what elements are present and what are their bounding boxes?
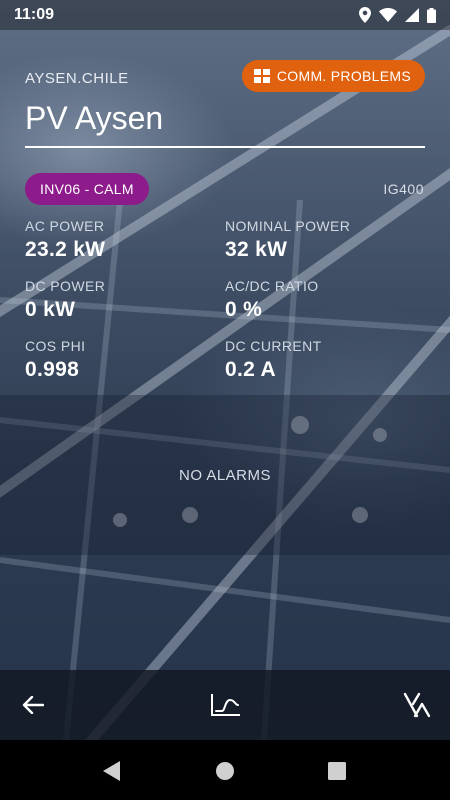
- wifi-icon: [379, 8, 397, 22]
- status-time: 11:09: [14, 6, 55, 23]
- circle-home-icon: [216, 762, 234, 780]
- signal-icon: [405, 8, 419, 22]
- metric-value: 23.2 kW: [25, 238, 106, 261]
- comm-problems-label: COMM. PROBLEMS: [276, 68, 411, 84]
- inverter-model: IG400: [383, 181, 424, 197]
- comm-problems-badge[interactable]: COMM. PROBLEMS: [241, 60, 425, 92]
- title-divider: [25, 146, 425, 148]
- chart-icon: [211, 694, 240, 716]
- grid-icon: [253, 69, 270, 83]
- metric-dc-current: DC CURRENT 0.2 A: [225, 338, 415, 382]
- alarm-filter-icon: [403, 692, 431, 718]
- metric-label: DC CURRENT: [225, 338, 322, 354]
- nav-home-button[interactable]: [212, 758, 238, 784]
- plant-title: PV Aysen: [25, 100, 164, 136]
- back-arrow-icon: [22, 696, 44, 714]
- metric-value: 0 %: [225, 298, 263, 321]
- metric-ac-dc-ratio: AC/DC RATIO 0 %: [225, 278, 415, 322]
- triangle-back-icon: [103, 761, 120, 781]
- bottom-toolbar: [0, 670, 450, 740]
- alarm-filter-button[interactable]: [397, 685, 437, 725]
- back-button[interactable]: [13, 685, 53, 725]
- chart-button[interactable]: [205, 685, 245, 725]
- system-navigation-bar: [0, 740, 450, 800]
- metric-label: AC POWER: [25, 218, 105, 234]
- site-name: AYSEN.CHILE: [25, 70, 129, 87]
- battery-icon: [427, 7, 436, 23]
- nav-recents-button[interactable]: [324, 758, 350, 784]
- metric-nominal-power: NOMINAL POWER 32 kW: [225, 218, 415, 262]
- location-icon: [359, 7, 371, 23]
- square-recents-icon: [328, 762, 346, 780]
- metric-label: DC POWER: [25, 278, 106, 294]
- alarms-panel: NO ALARMS: [0, 395, 450, 555]
- metric-label: AC/DC RATIO: [225, 278, 319, 294]
- metric-value: 0.2 A: [225, 358, 276, 381]
- inverter-status-badge[interactable]: INV06 - CALM: [25, 173, 149, 205]
- metric-dc-power: DC POWER 0 kW: [25, 278, 215, 322]
- inverter-status-label: INV06 - CALM: [40, 181, 134, 197]
- metric-label: NOMINAL POWER: [225, 218, 351, 234]
- metric-label: COS PHI: [25, 338, 86, 354]
- metric-cos-phi: COS PHI 0.998: [25, 338, 215, 382]
- metric-ac-power: AC POWER 23.2 kW: [25, 218, 215, 262]
- metric-value: 0 kW: [25, 298, 76, 321]
- nav-back-button[interactable]: [99, 758, 125, 784]
- no-alarms-text: NO ALARMS: [178, 466, 272, 484]
- status-bar: 11:09: [0, 0, 450, 30]
- metric-value: 32 kW: [225, 238, 288, 261]
- metric-value: 0.998: [25, 358, 80, 381]
